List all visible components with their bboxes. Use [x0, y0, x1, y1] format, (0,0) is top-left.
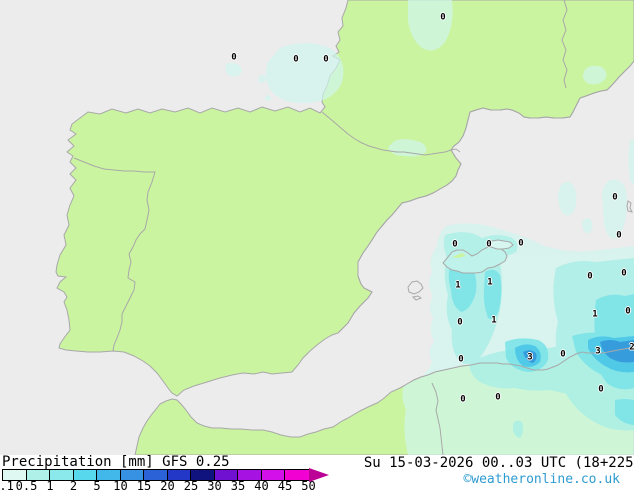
- precip-value-marker: 0: [495, 394, 500, 403]
- copyright-label: ©weatheronline.co.uk: [463, 473, 620, 486]
- precip-value-marker: 0: [293, 56, 298, 65]
- precip-value-marker: 0: [598, 386, 603, 395]
- precip-value-marker: 0: [587, 273, 592, 282]
- precip-value-marker: 3: [527, 354, 532, 363]
- legend-title: Precipitation [mm] GFS 0.25: [2, 455, 230, 469]
- legend-bar: Precipitation [mm] GFS 0.25 0.10.5125101…: [0, 455, 634, 490]
- precip-value-marker: 0: [457, 319, 462, 328]
- precip-value-marker: 0: [560, 351, 565, 360]
- precipitation-map: 0 0 0 0 0 0 0 0 0 0 0 1 1 0 1 1 0 3 0 3 2 0 0 0 0: [0, 0, 634, 455]
- precip-value-marker: 0: [323, 56, 328, 65]
- precip-value-marker: 0: [458, 356, 463, 365]
- precip-value-marker: 0: [452, 241, 457, 250]
- precip-value-marker: 2: [629, 344, 634, 353]
- weather-map-page: 0 0 0 0 0 0 0 0 0 0 0 1 1 0 1 1 0 3 0 3 2 0 0 0 0 Precipitation …: [0, 0, 634, 490]
- iberia-map-canvas: [0, 0, 634, 455]
- precip-value-marker: 3: [595, 348, 600, 357]
- precip-value-marker: 0: [460, 396, 465, 405]
- precip-value-marker: 0: [518, 240, 523, 249]
- precip-value-marker: 0: [621, 270, 626, 279]
- precip-value-marker: 0: [440, 14, 445, 23]
- valid-time-label: Su 15-03-2026 00..03 UTC (18+225): [364, 456, 634, 470]
- precip-value-marker: 0: [612, 194, 617, 203]
- precip-value-marker: 0: [625, 308, 630, 317]
- model-label: GFS 0.25: [162, 454, 229, 470]
- precip-value-marker: 0: [616, 232, 621, 241]
- precip-value-marker: 1: [455, 282, 460, 291]
- precip-value-marker: 1: [491, 317, 496, 326]
- precip-value-marker: 0: [231, 54, 236, 63]
- precip-value-marker: 1: [487, 279, 492, 288]
- precip-value-marker: 1: [592, 311, 597, 320]
- precip-value-marker: 0: [486, 241, 491, 250]
